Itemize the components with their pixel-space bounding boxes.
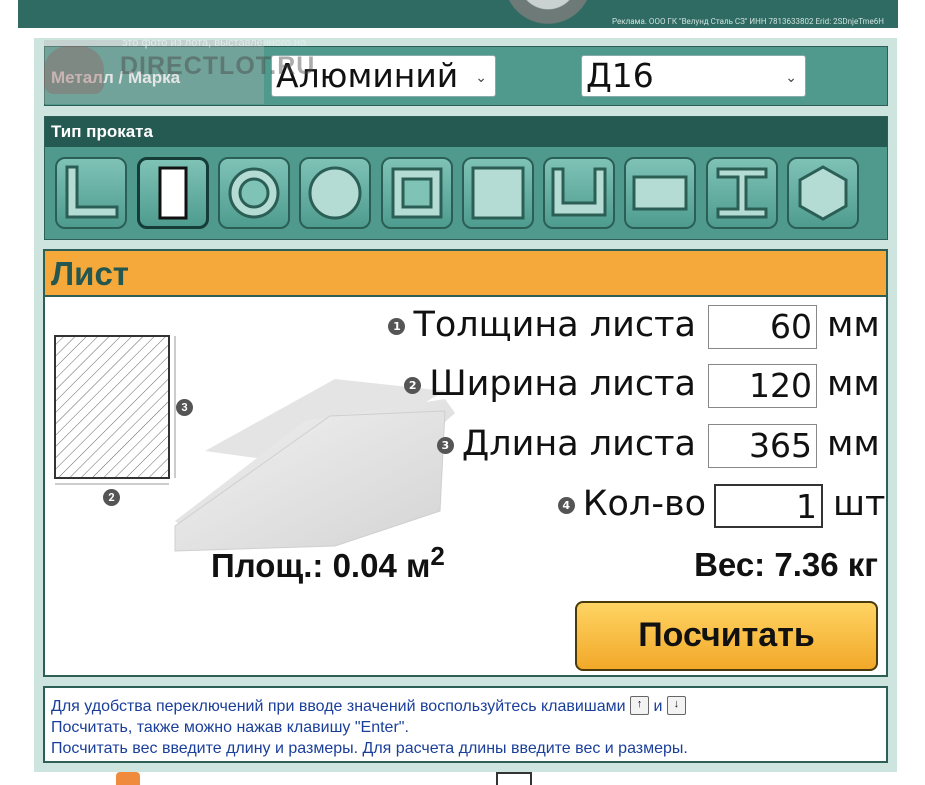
type-angle-button[interactable]: [55, 157, 127, 229]
type-sheet-button[interactable]: [137, 157, 209, 229]
grade-select-value: Д16: [586, 56, 654, 95]
sheet-plate-front: [174, 410, 446, 552]
help-line-1: Для удобства переключений при вводе знач…: [51, 696, 880, 717]
chevron-down-icon: ⌄: [475, 70, 487, 86]
gear-image: [463, 0, 633, 25]
width-label-text: Ширина листа: [429, 364, 696, 404]
type-pipe-round-button[interactable]: [218, 157, 290, 229]
i-beam-icon: [716, 167, 768, 219]
sheet-calculator-panel: Лист 3 2 1 Толщина листа 60 мм 2 Ширина ли…: [43, 249, 888, 677]
length-unit: мм: [827, 424, 880, 464]
section-diagram: [54, 335, 170, 479]
type-strip-button[interactable]: [624, 157, 696, 229]
field-number-2: 2: [404, 376, 422, 394]
profile-type-row: Тип проката: [44, 116, 888, 240]
calculate-button[interactable]: Посчитать: [575, 601, 878, 671]
sheet-title: Лист: [51, 255, 129, 292]
quantity-input[interactable]: 1: [714, 484, 823, 528]
watermark-squirrel-logo: [44, 46, 104, 94]
help-line-1-text: Для удобства переключений при вводе знач…: [51, 698, 626, 715]
area-result: Площ.: 0.04 м2: [211, 543, 445, 585]
arrow-up-key-icon: ↑: [629, 696, 649, 715]
help-box: Для удобства переключений при вводе знач…: [43, 686, 888, 763]
field-number-4: 4: [557, 496, 575, 514]
type-pipe-square-button[interactable]: [381, 157, 453, 229]
dimension-marker-3: 3: [176, 399, 193, 416]
help-line-3: Посчитать вес введите длину и размеры. Д…: [51, 740, 688, 757]
sheet-icon: [158, 166, 188, 220]
quantity-label-text: Кол-во: [582, 484, 706, 524]
field-number-3: 3: [436, 436, 454, 454]
quantity-unit: шт: [833, 484, 886, 524]
watermark-caption: это фото из лота, выставленного на: [122, 37, 307, 49]
field-label-width: 2 Ширина листа: [404, 364, 696, 404]
watermark-site: DIRECTLOT.RU: [120, 52, 316, 80]
thickness-unit: мм: [827, 305, 880, 345]
strip-icon: [632, 175, 688, 211]
sheet-illustration: [54, 335, 455, 552]
chevron-down-icon: ⌄: [785, 70, 797, 86]
round-bar-icon: [308, 166, 362, 220]
print-icon[interactable]: [496, 772, 532, 785]
type-channel-button[interactable]: [543, 157, 615, 229]
dimension-marker-2: 2: [103, 489, 120, 506]
ad-banner[interactable]: Реклама. ООО ГК "Велунд Сталь СЗ" ИНН 78…: [18, 0, 898, 28]
arrow-down-key-icon: ↓: [666, 696, 686, 715]
type-square-bar-button[interactable]: [462, 157, 534, 229]
length-input[interactable]: 365: [708, 424, 817, 468]
angle-icon: [65, 165, 119, 219]
sheet-header: Лист: [45, 251, 886, 297]
help-line-2: Посчитать, также можно нажав клавишу "En…: [51, 719, 409, 736]
pipe-square-icon: [391, 167, 443, 219]
type-hexagon-button[interactable]: [787, 157, 859, 229]
width-unit: мм: [827, 364, 880, 404]
pipe-round-icon: [228, 167, 280, 219]
area-unit-exponent: 2: [430, 541, 445, 571]
field-label-quantity: 4 Кол-во: [557, 484, 706, 524]
thickness-label-text: Толщина листа: [413, 305, 696, 345]
channel-icon: [551, 167, 607, 217]
field-label-thickness: 1 Толщина листа: [388, 305, 696, 345]
width-input[interactable]: 120: [708, 364, 817, 408]
share-icon[interactable]: [116, 772, 140, 785]
thickness-input[interactable]: 60: [708, 305, 817, 349]
ad-legal-text: Реклама. ООО ГК "Велунд Сталь СЗ" ИНН 78…: [612, 17, 884, 26]
field-number-1: 1: [388, 317, 406, 335]
grade-select[interactable]: Д16 ⌄: [581, 55, 806, 97]
length-label-text: Длина листа: [461, 424, 696, 464]
type-round-bar-button[interactable]: [299, 157, 371, 229]
help-and-text: и: [653, 698, 663, 715]
weight-result: Вес: 7.36 кг: [694, 546, 878, 583]
type-i-beam-button[interactable]: [706, 157, 778, 229]
field-label-length: 3 Длина листа: [436, 424, 696, 464]
area-result-text: Площ.: 0.04 м: [211, 547, 431, 584]
square-bar-icon: [471, 166, 525, 220]
hexagon-icon: [798, 165, 848, 221]
profile-type-label: Тип проката: [45, 117, 887, 147]
